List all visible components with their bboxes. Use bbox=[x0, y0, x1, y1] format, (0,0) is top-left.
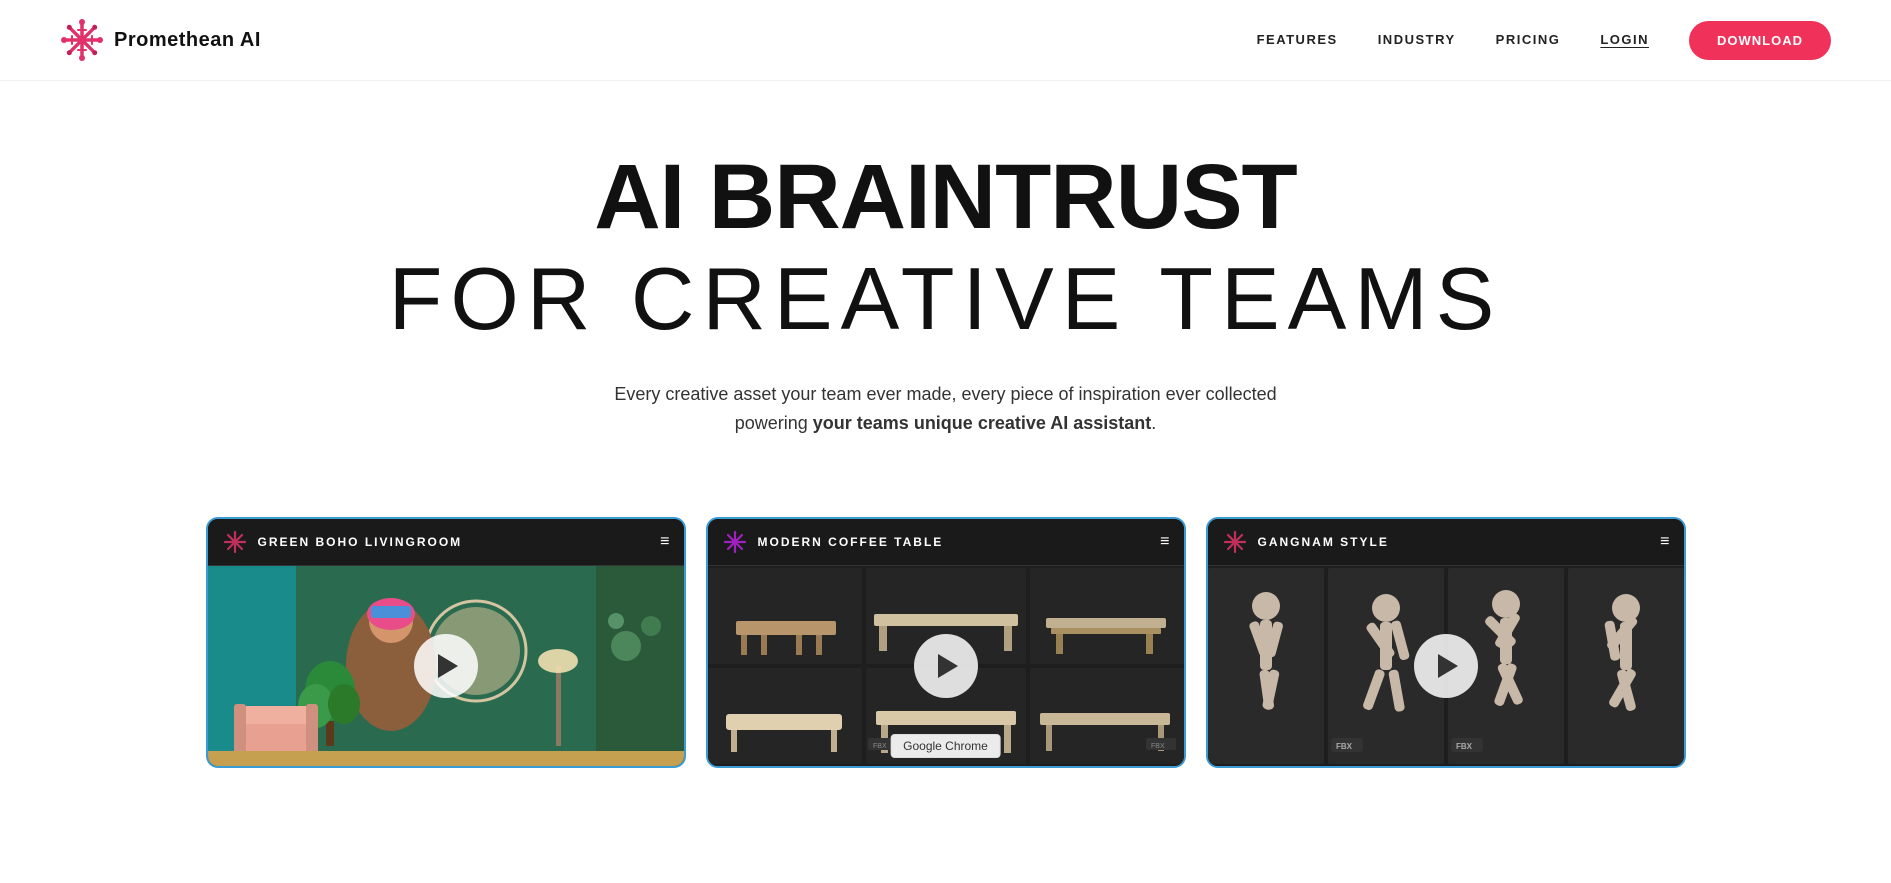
nav-links: FEATURES INDUSTRY PRICING LOGIN DOWNLOAD bbox=[1257, 21, 1831, 60]
logo-icon bbox=[60, 18, 104, 62]
card-menu-icon-2[interactable]: ≡ bbox=[1160, 533, 1169, 551]
card-title-1: GREEN BOHO LIVINGROOM bbox=[258, 535, 463, 549]
hero-subtitle-p1: Every creative asset your team ever made… bbox=[614, 384, 1276, 404]
card-livingroom: GREEN BOHO LIVINGROOM ≡ bbox=[206, 517, 686, 768]
play-button-1[interactable] bbox=[414, 634, 478, 698]
card-coffee-table: MODERN COFFEE TABLE ≡ bbox=[706, 517, 1186, 768]
hero-title-light: FOR CREATIVE TEAMS bbox=[40, 251, 1851, 348]
cards-row: GREEN BOHO LIVINGROOM ≡ bbox=[0, 477, 1891, 768]
card-menu-icon-1[interactable]: ≡ bbox=[660, 533, 669, 551]
card-header-left-3: GANGNAM STYLE bbox=[1222, 529, 1389, 555]
card-title-2: MODERN COFFEE TABLE bbox=[758, 535, 944, 549]
hero-subtitle-bold: your teams unique creative AI assistant bbox=[813, 413, 1151, 433]
hero-subtitle: Every creative asset your team ever made… bbox=[40, 380, 1851, 438]
hero-subtitle-end: . bbox=[1151, 413, 1156, 433]
card-title-3: GANGNAM STYLE bbox=[1258, 535, 1389, 549]
svg-text:FBX: FBX bbox=[1336, 742, 1353, 751]
card-content-2: FBX FBX Google Chrome bbox=[708, 566, 1184, 766]
svg-text:FBX: FBX bbox=[1456, 742, 1473, 751]
play-triangle-2 bbox=[938, 654, 958, 678]
card-menu-icon-3[interactable]: ≡ bbox=[1660, 533, 1669, 551]
card-logo-icon-3 bbox=[1222, 529, 1248, 555]
nav-features[interactable]: FEATURES bbox=[1257, 32, 1338, 47]
hero-section: AI BRAINTRUST FOR CREATIVE TEAMS Every c… bbox=[0, 81, 1891, 477]
svg-text:FBX: FBX bbox=[873, 743, 887, 750]
tooltip-chrome: Google Chrome bbox=[890, 734, 1001, 758]
card-header-2: MODERN COFFEE TABLE ≡ bbox=[708, 519, 1184, 566]
card-header-left-1: GREEN BOHO LIVINGROOM bbox=[222, 529, 463, 555]
nav-login[interactable]: LOGIN bbox=[1600, 32, 1649, 47]
logo-text: Promethean AI bbox=[114, 29, 261, 52]
play-button-3[interactable] bbox=[1414, 634, 1478, 698]
nav-pricing[interactable]: PRICING bbox=[1496, 32, 1561, 47]
card-content-1 bbox=[208, 566, 684, 766]
card-header-1: GREEN BOHO LIVINGROOM ≡ bbox=[208, 519, 684, 566]
card-gangnam: GANGNAM STYLE ≡ bbox=[1206, 517, 1686, 768]
play-button-2[interactable] bbox=[914, 634, 978, 698]
play-triangle-1 bbox=[438, 654, 458, 678]
svg-text:FBX: FBX bbox=[1151, 743, 1165, 750]
card-logo-icon-2 bbox=[722, 529, 748, 555]
download-button[interactable]: DOWNLOAD bbox=[1689, 21, 1831, 60]
navbar: Promethean AI FEATURES INDUSTRY PRICING … bbox=[0, 0, 1891, 81]
card-header-left-2: MODERN COFFEE TABLE bbox=[722, 529, 944, 555]
card-logo-icon-1 bbox=[222, 529, 248, 555]
card-content-3: FBX FBX bbox=[1208, 566, 1684, 766]
play-triangle-3 bbox=[1438, 654, 1458, 678]
hero-title-bold: AI BRAINTRUST bbox=[40, 151, 1851, 243]
logo-link[interactable]: Promethean AI bbox=[60, 18, 261, 62]
nav-industry[interactable]: INDUSTRY bbox=[1378, 32, 1456, 47]
hero-subtitle-p2: powering bbox=[735, 413, 813, 433]
card-header-3: GANGNAM STYLE ≡ bbox=[1208, 519, 1684, 566]
